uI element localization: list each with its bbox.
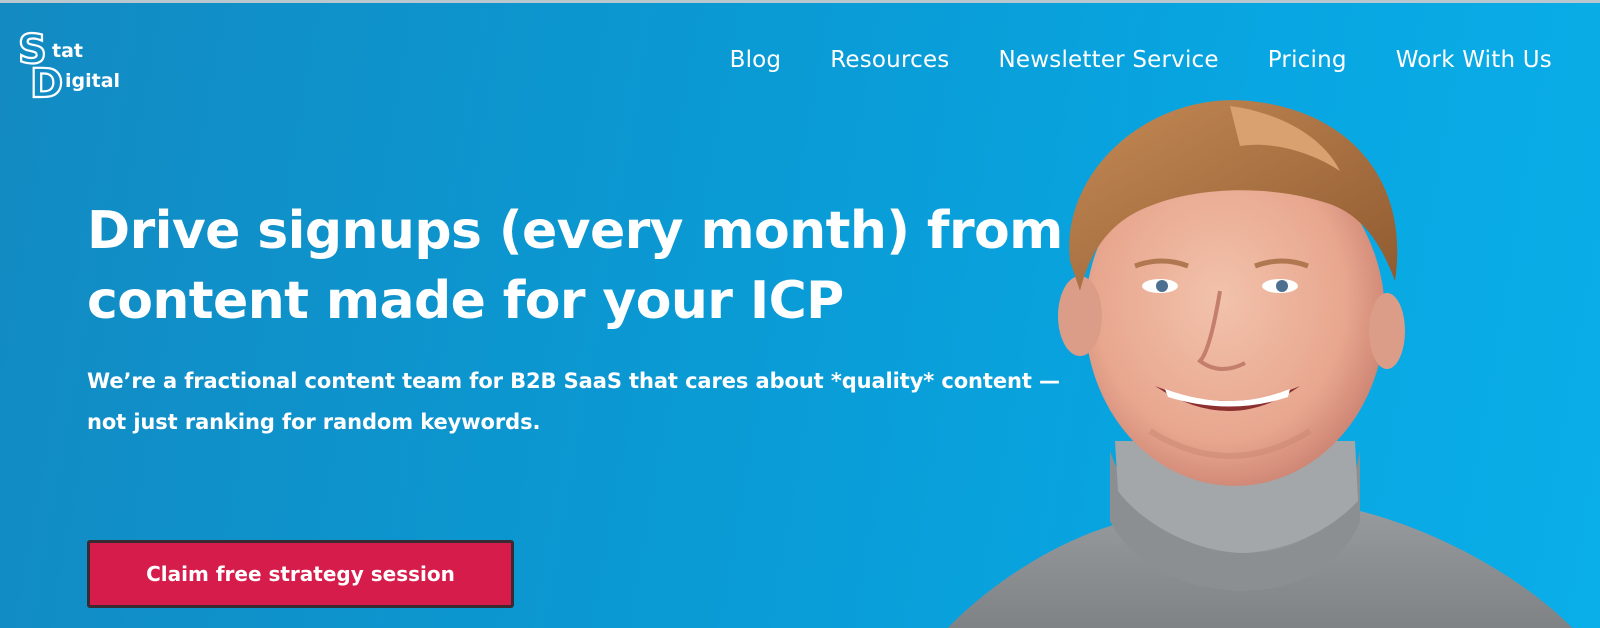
hero-subheadline: We’re a fractional content team for B2B …: [87, 361, 1087, 443]
hero-subheadline-line2: not just ranking for random keywords.: [87, 410, 541, 434]
nav-link-resources[interactable]: Resources: [830, 47, 949, 73]
logo-word-tat: tat: [52, 40, 83, 62]
claim-strategy-session-button[interactable]: Claim free strategy session: [87, 540, 514, 608]
hero-subheadline-line1: We’re a fractional content team for B2B …: [87, 369, 1060, 393]
hero-headline-line2: content made for your ICP: [87, 271, 844, 331]
nav-link-blog[interactable]: Blog: [730, 47, 782, 73]
nav-link-pricing[interactable]: Pricing: [1268, 47, 1347, 73]
main-nav: Blog Resources Newsletter Service Pricin…: [730, 47, 1552, 73]
stat-digital-logo[interactable]: S D tat igital: [16, 25, 136, 103]
nav-link-newsletter-service[interactable]: Newsletter Service: [999, 47, 1219, 73]
hero-headline-line1: Drive signups (every month) from: [87, 201, 1063, 261]
hero-headline: Drive signups (every month) from content…: [87, 196, 1087, 336]
founder-photo: [940, 91, 1580, 628]
hero-section: S D tat igital Blog Resources Newsletter…: [0, 0, 1600, 628]
logo-letter-d: D: [30, 61, 63, 103]
logo-word-igital: igital: [65, 70, 120, 92]
nav-link-work-with-us[interactable]: Work With Us: [1396, 47, 1552, 73]
